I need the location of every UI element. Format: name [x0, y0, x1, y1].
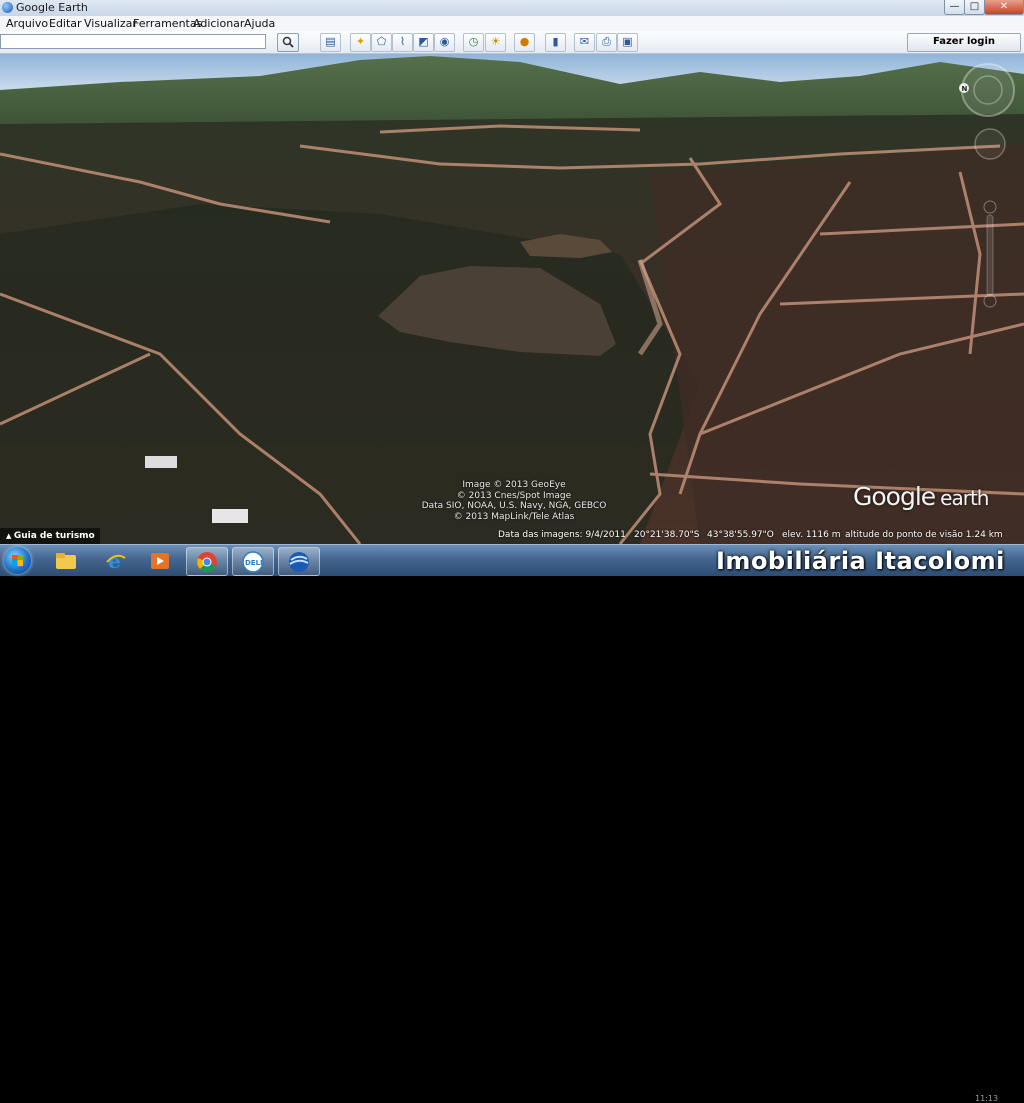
- folder-icon: [56, 552, 76, 569]
- menu-visualizar[interactable]: Visualizar: [84, 17, 137, 30]
- taskbar-internet-explorer[interactable]: e: [98, 547, 134, 574]
- menu-ajuda[interactable]: Ajuda: [244, 17, 275, 30]
- magnifier-icon: [282, 36, 294, 48]
- login-button[interactable]: Fazer login: [907, 33, 1021, 52]
- add-overlay-icon[interactable]: ◩: [413, 33, 434, 52]
- svg-text:N: N: [962, 85, 968, 93]
- maximize-button[interactable]: □: [964, 0, 985, 15]
- search-input[interactable]: [0, 34, 266, 49]
- taskbar-chrome[interactable]: [186, 547, 228, 576]
- taskbar-explorer[interactable]: [48, 547, 84, 574]
- logo-main: Google: [853, 482, 936, 511]
- credit-line: © 2013 Cnes/Spot Image: [456, 490, 572, 501]
- google-earth-logo: Google earth: [853, 482, 989, 511]
- add-path-icon[interactable]: ⌇: [392, 33, 413, 52]
- internet-explorer-icon: e: [106, 550, 126, 572]
- menu-editar[interactable]: Editar: [49, 17, 82, 30]
- credit-line: Image © 2013 GeoEye: [462, 480, 566, 490]
- longitude: 43°38'55.97"O: [707, 530, 774, 540]
- eye-altitude: altitude do ponto de visão 1.24 km: [845, 530, 1003, 540]
- menu-arquivo[interactable]: Arquivo: [6, 17, 48, 30]
- windows-logo-icon: [12, 555, 23, 566]
- credit-line: Data SIO, NOAA, U.S. Navy, NGA, GEBCO: [421, 501, 607, 511]
- svg-text:DELL: DELL: [245, 559, 265, 567]
- search-button[interactable]: [277, 33, 299, 52]
- sunlight-icon[interactable]: ☀: [485, 33, 506, 52]
- add-placemark-icon[interactable]: ✦: [350, 33, 371, 52]
- minimize-button[interactable]: —: [944, 0, 965, 15]
- map-view[interactable]: N Image © 2013 GeoEye © 2013 Cnes/Spot I…: [0, 54, 1024, 544]
- sidebar-toggle-icon[interactable]: ▤: [320, 33, 341, 52]
- planets-icon[interactable]: ●: [514, 33, 535, 52]
- imagery-date: Data das imagens: 9/4/2011: [498, 530, 626, 540]
- menu-ferramentas[interactable]: Ferramentas: [133, 17, 202, 30]
- chrome-icon: [197, 551, 217, 572]
- add-polygon-icon[interactable]: ⬠: [371, 33, 392, 52]
- email-icon[interactable]: ✉: [574, 33, 595, 52]
- look-control[interactable]: [972, 126, 1008, 162]
- media-player-icon: [151, 552, 169, 569]
- window-title: Google Earth: [16, 1, 88, 14]
- close-button[interactable]: ✕: [984, 0, 1024, 15]
- satellite-terrain-image: [0, 54, 1024, 544]
- imagery-credits: Image © 2013 GeoEye © 2013 Cnes/Spot Ima…: [414, 480, 614, 522]
- taskbar-google-earth[interactable]: [278, 547, 320, 576]
- compass-control[interactable]: N: [958, 62, 1022, 132]
- credit-line: © 2013 MapLink/Tele Atlas: [453, 511, 575, 522]
- toolbar: ▤ ✦ ⬠ ⌇ ◩ ◉ ◷ ☀ ● ▮ ✉ ⎙ ▣ Fazer login: [0, 31, 1024, 54]
- menu-adicionar[interactable]: Adicionar: [193, 17, 244, 30]
- start-button[interactable]: [4, 547, 31, 574]
- taskbar-dell[interactable]: DELL: [232, 547, 274, 576]
- watermark-text: Imobiliária Itacolomi: [716, 547, 1005, 575]
- svg-text:e: e: [108, 550, 121, 572]
- system-clock[interactable]: 11:13: [975, 1094, 998, 1103]
- save-image-icon[interactable]: ▣: [617, 33, 638, 52]
- dell-icon: DELL: [242, 550, 265, 573]
- menu-bar: Arquivo Editar Visualizar Ferramentas Ad…: [0, 16, 1024, 32]
- title-bar[interactable]: Google Earth — □ ✕: [0, 0, 1024, 16]
- zoom-slider[interactable]: [982, 199, 998, 309]
- print-icon[interactable]: ⎙: [596, 33, 617, 52]
- google-earth-icon: [289, 551, 309, 572]
- ruler-icon[interactable]: ▮: [545, 33, 566, 52]
- status-bar: Data das imagens: 9/4/2011 20°21'38.70"S…: [0, 527, 1024, 544]
- latitude: 20°21'38.70"S: [634, 530, 700, 540]
- google-earth-app-icon: [2, 2, 13, 13]
- taskbar-media-player[interactable]: [142, 547, 178, 574]
- historical-imagery-icon[interactable]: ◷: [463, 33, 484, 52]
- elevation: elev. 1116 m: [782, 530, 841, 540]
- logo-sub: earth: [940, 486, 989, 510]
- record-tour-icon[interactable]: ◉: [434, 33, 455, 52]
